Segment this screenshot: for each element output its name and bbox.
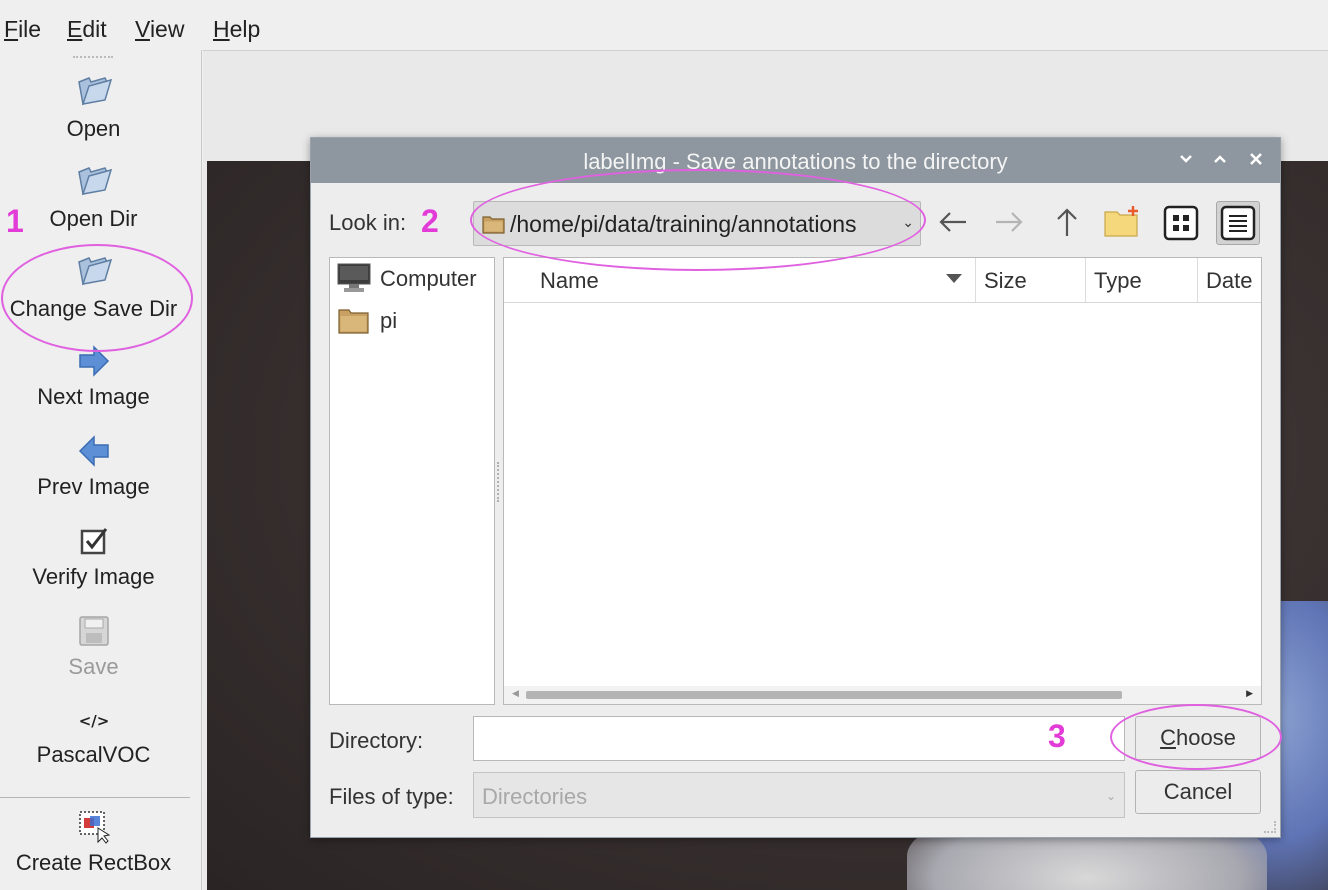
chevron-up-icon [1214, 155, 1226, 163]
back-button[interactable] [933, 200, 973, 244]
create-rectbox-label: Create RectBox [15, 850, 172, 875]
look-in-label: Look in: [329, 210, 407, 235]
close-icon [1250, 153, 1262, 165]
splitter-handle[interactable] [497, 462, 501, 502]
minimize-button[interactable] [1175, 148, 1197, 170]
save-button[interactable]: Save [0, 614, 187, 680]
column-type[interactable]: Type [1086, 258, 1198, 303]
scroll-right-icon[interactable]: ▶ [1246, 688, 1253, 699]
computer-icon [337, 263, 371, 292]
files-of-type-combo[interactable]: Directories ⌄ [473, 772, 1125, 818]
create-rectbox-button[interactable]: Create RectBox [0, 808, 187, 876]
annotation-ellipse-look-in [470, 169, 926, 271]
annotation-number-1: 1 [6, 203, 24, 239]
cancel-button[interactable]: Cancel [1135, 770, 1261, 814]
code-icon: </> [78, 712, 109, 730]
menu-edit[interactable]: Edit [67, 16, 107, 43]
horizontal-scrollbar[interactable]: ◀ ▶ [504, 686, 1261, 704]
icon-view-button[interactable] [1159, 201, 1203, 245]
file-list[interactable]: Name Size Type Date ◀ ▶ [503, 257, 1262, 705]
places-sidebar: Computer pi [329, 257, 495, 705]
new-folder-icon [1104, 206, 1138, 237]
icon-view-icon [1163, 205, 1199, 241]
column-size-label: Size [984, 268, 1027, 293]
menu-view-mnemonic: V [135, 16, 150, 42]
scrollbar-thumb[interactable] [526, 691, 1122, 699]
menu-help[interactable]: Help [213, 16, 260, 43]
left-toolbar: Open Open Dir Change Save Dir Next Image… [0, 50, 202, 890]
files-of-type-label: Files of type: [329, 784, 454, 809]
annotation-ellipse-change-save-dir [1, 244, 193, 352]
open-button[interactable]: Open [0, 74, 187, 142]
menu-bar: File Edit View Help [0, 0, 1328, 50]
up-button[interactable] [1047, 200, 1087, 244]
new-folder-button[interactable] [1103, 200, 1143, 244]
resize-grip[interactable] [1264, 821, 1276, 833]
menu-help-label: elp [229, 16, 261, 42]
folder-icon [338, 309, 369, 334]
menu-edit-label: dit [82, 16, 107, 42]
open-dir-label: Open Dir [49, 206, 138, 231]
column-type-label: Type [1094, 268, 1142, 293]
directory-label: Directory: [329, 728, 424, 753]
menu-view[interactable]: View [135, 16, 184, 43]
rectbox-icon [78, 811, 110, 844]
open-dir-button[interactable]: Open Dir [0, 164, 187, 232]
detail-view-button[interactable] [1216, 201, 1260, 245]
up-arrow-icon [1057, 208, 1077, 236]
maximize-button[interactable] [1209, 148, 1231, 170]
format-label: PascalVOC [36, 742, 151, 767]
column-size[interactable]: Size [976, 258, 1086, 303]
sidebar-item-label: Computer [380, 266, 477, 291]
toolbar-grip[interactable] [73, 56, 113, 60]
forward-arrow-icon [996, 212, 1023, 232]
menu-file[interactable]: File [4, 16, 41, 43]
checkbox-icon [80, 528, 107, 555]
annotation-number-2: 2 [421, 203, 439, 239]
sidebar-item-label: pi [380, 308, 398, 333]
annotation-ellipse-choose [1110, 704, 1282, 770]
menu-edit-mnemonic: E [67, 16, 83, 42]
folder-open-icon [77, 77, 112, 106]
save-icon [78, 616, 109, 646]
directory-input[interactable] [473, 716, 1125, 761]
files-of-type-value: Directories [482, 784, 588, 809]
next-image-label: Next Image [37, 384, 150, 409]
prev-image-button[interactable]: Prev Image [0, 434, 187, 500]
toolbar-separator [0, 797, 190, 798]
sort-descending-icon [946, 274, 962, 283]
annotation-number-3: 3 [1048, 718, 1066, 754]
prev-image-label: Prev Image [37, 474, 150, 499]
folder-open-icon [77, 167, 112, 196]
sidebar-item-computer[interactable]: Computer [334, 262, 494, 296]
format-toggle-button[interactable]: </> PascalVOC [0, 706, 187, 768]
menu-file-mnemonic: F [4, 16, 19, 42]
dialog-title: labelImg - Save annotations to the direc… [583, 149, 1008, 174]
column-date-label: Date [1206, 268, 1253, 293]
next-image-button[interactable]: Next Image [0, 344, 187, 410]
sidebar-item-pi[interactable]: pi [334, 304, 494, 338]
verify-image-label: Verify Image [32, 564, 155, 589]
chevron-down-icon [1180, 155, 1192, 163]
column-date[interactable]: Date [1198, 258, 1261, 303]
dropdown-arrow-icon: ⌄ [1105, 789, 1116, 803]
forward-button[interactable] [989, 200, 1029, 244]
detail-view-icon [1220, 205, 1256, 241]
svg-text:</>: </> [78, 712, 109, 730]
menu-view-label: iew [149, 16, 185, 42]
menu-file-label: ile [18, 16, 42, 42]
close-button[interactable] [1245, 148, 1267, 170]
save-label: Save [68, 654, 119, 679]
verify-image-button[interactable]: Verify Image [0, 524, 187, 590]
arrow-left-icon [78, 435, 109, 467]
column-name-label: Name [540, 268, 599, 293]
back-arrow-icon [939, 212, 966, 232]
scroll-left-icon[interactable]: ◀ [512, 688, 519, 699]
menu-help-mnemonic: H [213, 16, 230, 42]
open-label: Open [66, 116, 121, 141]
